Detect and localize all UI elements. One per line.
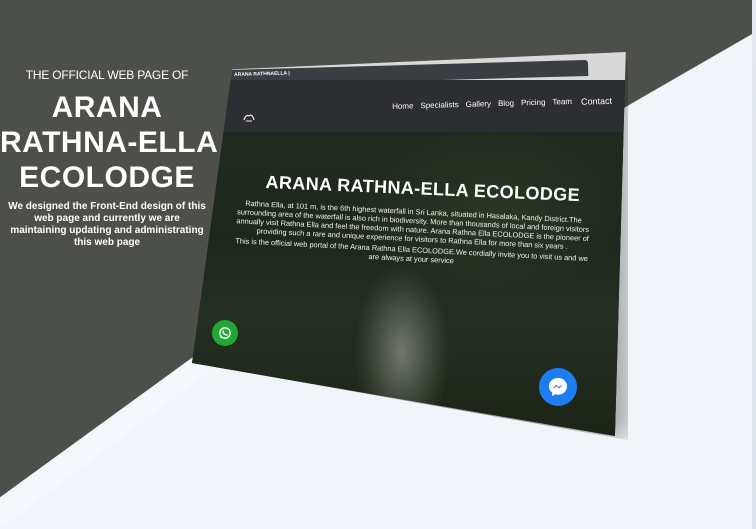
nav-gallery[interactable]: Gallery xyxy=(466,99,492,110)
whatsapp-icon xyxy=(219,327,231,339)
right-edge-strip xyxy=(752,0,756,529)
title-line-3: ECOLODGE xyxy=(19,161,195,194)
nav-team[interactable]: Team xyxy=(552,97,572,108)
whatsapp-button[interactable] xyxy=(212,320,238,346)
nav-home[interactable]: Home xyxy=(392,101,414,112)
intro-eyebrow: THE OFFICIAL WEB PAGE OF xyxy=(25,68,189,82)
title-line-1: ARANA xyxy=(51,91,163,124)
messenger-button[interactable] xyxy=(539,368,577,406)
nav-specialists[interactable]: Specialists xyxy=(420,100,459,111)
project-description: We designed the Front-End design of this… xyxy=(8,201,206,248)
waterfall-logo-icon[interactable] xyxy=(242,110,256,124)
nav-contact[interactable]: Contact xyxy=(581,96,612,107)
project-title: ARANA RATHNA-ELLA ECOLODGE xyxy=(0,90,219,195)
project-intro: THE OFFICIAL WEB PAGE OF ARANA RATHNA-EL… xyxy=(0,68,219,249)
nav-pricing[interactable]: Pricing xyxy=(521,98,546,109)
title-line-2: RATHNA-ELLA xyxy=(0,126,219,159)
messenger-icon xyxy=(549,378,567,396)
nav-blog[interactable]: Blog xyxy=(498,99,514,109)
